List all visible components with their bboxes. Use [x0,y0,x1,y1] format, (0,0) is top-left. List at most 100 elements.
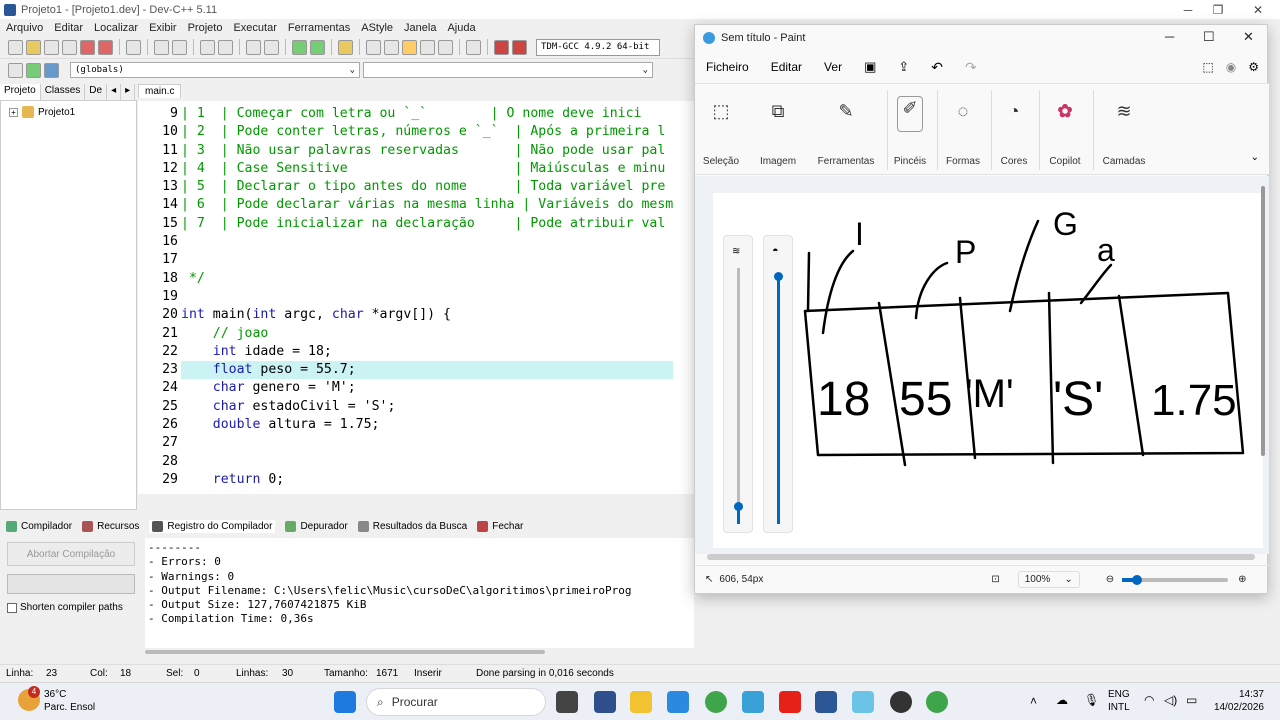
ribbon-selecao[interactable]: ⬚ Seleção [699,84,743,176]
zoom-slider[interactable] [1122,574,1229,585]
paint-close-icon[interactable]: ✕ [1243,29,1254,45]
clock[interactable]: 14:37 14/02/2026 [1210,688,1264,714]
tray-chevron-icon[interactable]: ˄ [1030,694,1037,708]
volume-icon[interactable]: ◁) [1164,693,1177,707]
redo-icon[interactable] [172,39,187,55]
save-icon[interactable] [44,39,59,55]
code-line[interactable]: float peso = 55.7; [181,361,674,380]
tab-registro[interactable]: Registro do Compilador [149,519,276,533]
devcpp-taskbar-icon[interactable] [594,691,616,713]
save-icon[interactable]: ▣ [853,59,887,75]
file-explorer-icon[interactable] [630,691,652,713]
menu-ficheiro[interactable]: Ficheiro [695,60,760,74]
unindent-icon[interactable] [264,39,279,55]
code-line[interactable]: int idade = 18; [181,343,673,361]
tab-recursos[interactable]: Recursos [82,520,139,532]
code-line[interactable]: return 0; [181,471,673,489]
redo-icon[interactable]: ↷ [954,59,988,76]
ribbon-formas[interactable]: ◌ Formas [943,84,983,176]
undo-icon[interactable]: ↶ [920,59,954,76]
close-icon[interactable]: ✕ [1240,0,1276,19]
menu-janela[interactable]: Janela [398,22,441,34]
opacity-slider[interactable]: ≋ [723,235,753,533]
chart-icon[interactable] [494,39,509,55]
ribbon-cores[interactable]: ◔ Cores [995,84,1033,176]
chrome-icon[interactable] [705,691,727,713]
goto-forward-icon[interactable] [310,39,325,55]
code-line[interactable]: */ [181,270,673,288]
tab-fechar[interactable]: Fechar [477,520,523,532]
weather-widget[interactable]: 36°C Parc. Ensol [44,688,95,714]
code-line[interactable]: | 1 | Começar com letra ou `_` | O nome … [181,105,673,123]
code-line[interactable] [181,251,673,269]
wifi-icon[interactable]: ◠ [1144,693,1154,707]
menu-ajuda[interactable]: Ajuda [441,22,480,34]
code-line[interactable] [181,233,673,251]
photos-icon[interactable] [742,691,764,713]
canvas-vscroll[interactable] [1261,186,1265,456]
zoom-out-icon[interactable]: ⊖ [1106,574,1114,585]
abort-compilation-button[interactable]: Abortar Compilação [7,542,135,566]
close-all-icon[interactable] [98,39,113,55]
code-line[interactable]: | 2 | Pode conter letras, números e `_` … [181,123,673,141]
start-icon[interactable] [334,691,356,713]
replace-icon[interactable] [218,39,233,55]
onedrive-icon[interactable]: ☁ [1056,693,1068,707]
menu-ver[interactable]: Ver [813,60,853,74]
debug-stop-icon[interactable] [466,39,481,55]
code-line[interactable]: // joao [181,325,673,343]
shorten-paths-checkbox[interactable]: Shorten compiler paths [7,602,123,613]
code-line[interactable]: | 6 | Pode declarar várias na mesma linh… [181,196,673,214]
battery-icon[interactable]: ▭ [1186,693,1197,707]
size-slider[interactable]: ◓ [763,235,793,533]
find-icon[interactable] [200,39,215,55]
log-scrollbar[interactable] [145,648,694,656]
code-line[interactable] [181,288,673,306]
language-indicator[interactable]: ENG INTL [1108,688,1130,714]
drawing-canvas[interactable]: I P G a 18 55 'M' 'S' 1.75 ≋ ◓ [713,193,1263,548]
mic-icon[interactable]: 🎙 [1084,693,1099,707]
bookmark-icon[interactable] [338,39,353,55]
github-icon[interactable] [890,691,912,713]
canvas-hscroll[interactable] [707,554,1255,560]
paint-taskbar-icon[interactable] [852,691,874,713]
insert-icon[interactable] [8,62,23,78]
tab-scroll-right-icon[interactable]: ▸ [121,84,136,100]
search-box[interactable]: ⌕ Procurar [366,688,546,716]
code-area[interactable]: | 1 | Começar com letra ou `_` | O nome … [181,105,674,489]
expand-icon[interactable]: + [9,107,18,117]
share-icon[interactable]: ⇪ [887,59,920,75]
code-line[interactable]: char genero = 'M'; [181,379,673,397]
tab-classes[interactable]: Classes [41,84,86,100]
scope-combo[interactable]: (globals) ⌄ [70,62,360,78]
compile-run-icon[interactable] [402,39,417,55]
ribbon-camadas[interactable]: ≋ Camadas [1099,84,1149,176]
account-icon[interactable]: ◉ [1220,60,1242,74]
task-view-icon[interactable] [556,691,578,713]
code-line[interactable] [181,453,673,471]
menu-projeto[interactable]: Projeto [182,22,228,34]
menu-exibir[interactable]: Exibir [143,22,182,34]
tab-compilador[interactable]: Compilador [6,520,72,532]
youtube-icon[interactable] [779,691,801,713]
code-line[interactable]: | 5 | Declarar o tipo antes do nome | To… [181,178,673,196]
code-line[interactable]: | 4 | Case Sensitive | Maiúsculas e minu [181,160,673,178]
menu-arquivo[interactable]: Arquivo [0,22,48,34]
ribbon-pinceis[interactable]: ✐ Pincéis [891,84,929,176]
menu-localizar[interactable]: Localizar [88,22,143,34]
vscode-icon[interactable] [667,691,689,713]
ribbon-imagem[interactable]: ⧉ Imagem [751,84,805,176]
undo-icon[interactable] [154,39,169,55]
zoom-select[interactable]: 100% ⌄ [1017,571,1080,588]
menu-editar[interactable]: Editar [48,22,88,34]
ribbon-ferramentas[interactable]: ✎ Ferramentas [815,84,877,176]
run-icon[interactable] [384,39,399,55]
tab-scroll-left-icon[interactable]: ◂ [107,84,122,100]
menu-ferramentas[interactable]: Ferramentas [282,22,355,34]
chrome-profile-icon[interactable] [926,691,948,713]
paint-maximize-icon[interactable]: ☐ [1203,29,1215,45]
code-line[interactable]: | 3 | Não usar palavras reservadas | Não… [181,142,673,160]
save-all-icon[interactable] [62,39,77,55]
function-combo[interactable]: ⌄ [363,62,653,78]
profile-icon[interactable] [512,39,527,55]
